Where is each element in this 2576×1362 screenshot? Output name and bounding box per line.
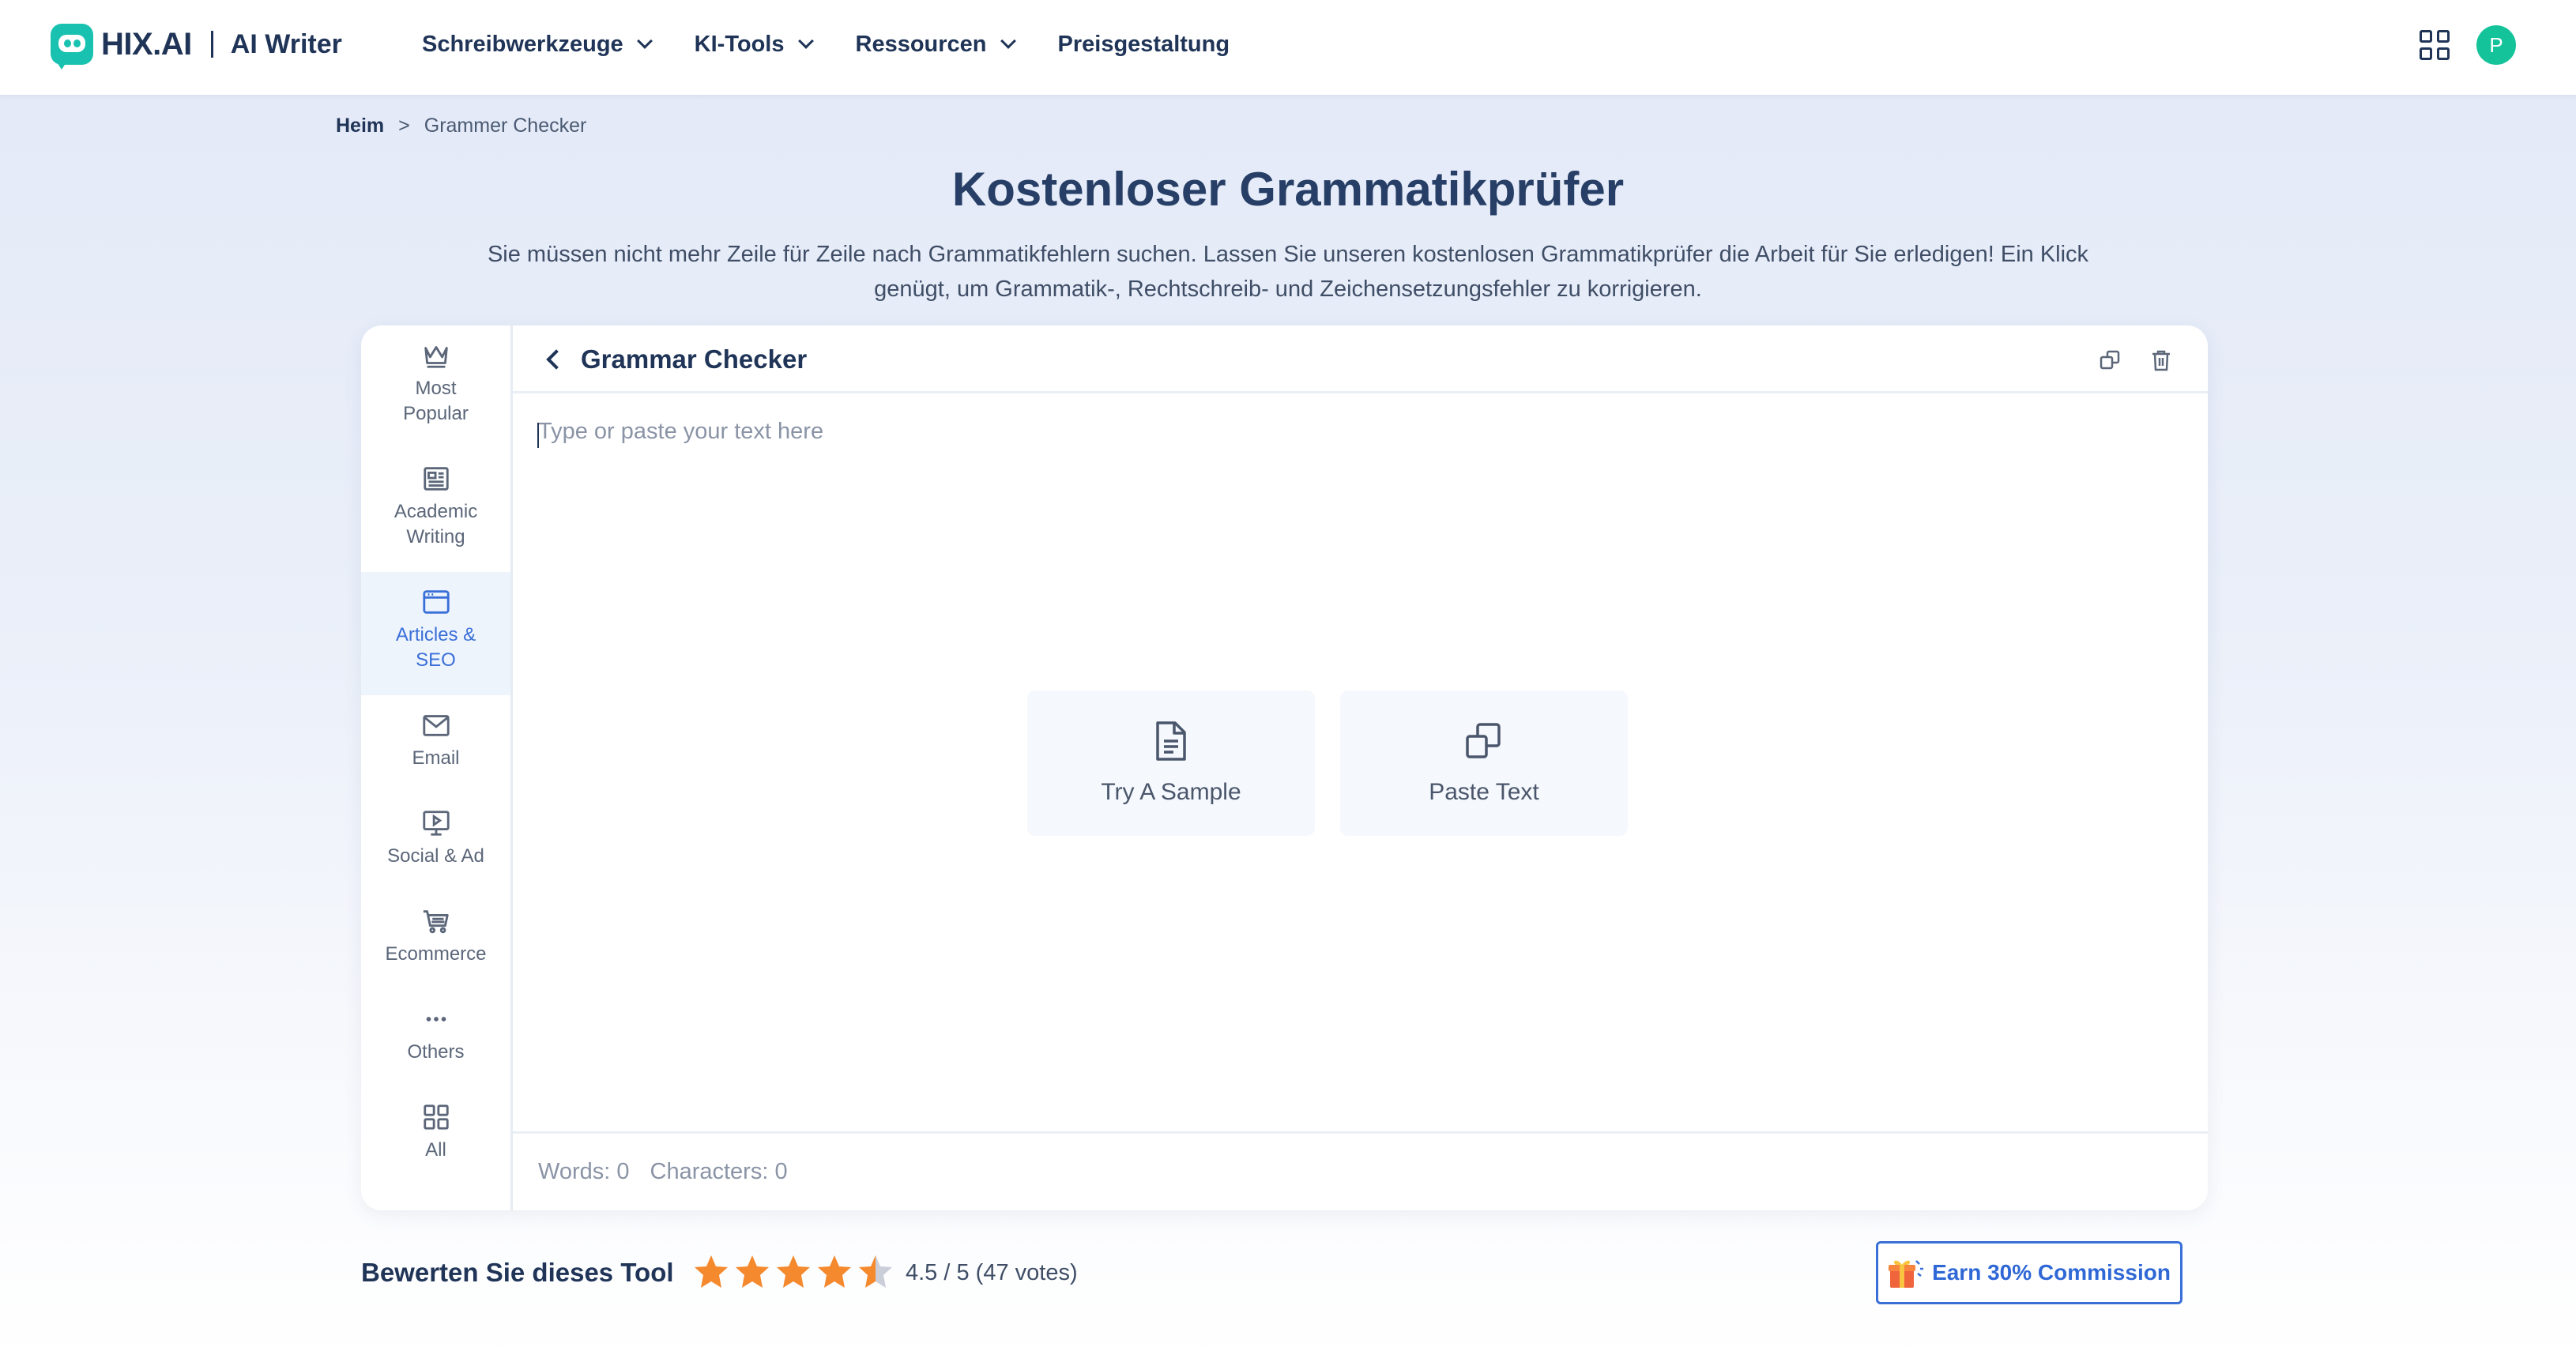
shopping-cart-icon — [420, 905, 452, 937]
word-count: Words: 0 — [538, 1159, 630, 1184]
text-input[interactable] — [538, 419, 2182, 735]
tool-title: Grammar Checker — [581, 344, 808, 374]
page-description: Sie müssen nicht mehr Zeile für Zeile na… — [443, 237, 2133, 307]
sidebar-item-label: Most — [415, 378, 457, 399]
sidebar-item-articles-seo[interactable]: Articles & SEO — [361, 572, 510, 695]
nav-item-schreibwerkzeuge[interactable]: Schreibwerkzeuge — [422, 31, 653, 58]
main-nav: Schreibwerkzeuge KI-Tools Ressourcen Pre… — [422, 0, 1274, 88]
copy-icon[interactable] — [2098, 348, 2123, 373]
editor-header: Grammar Checker — [513, 325, 2208, 393]
sidebar-item-others[interactable]: Others — [361, 1003, 510, 1090]
sidebar-item-all[interactable]: All — [361, 1101, 510, 1188]
nav-item-label: Ressourcen — [855, 31, 987, 57]
sidebar-item-label: All — [425, 1139, 446, 1161]
sidebar-item-social-ad[interactable]: Social & Ad — [361, 807, 510, 894]
earn-commission-label: Earn 30% Commission — [1932, 1260, 2171, 1285]
sidebar-item-label: Others — [407, 1041, 465, 1063]
page-description-line: genügt, um Grammatik-, Rechtschreib- und… — [874, 277, 1702, 302]
apps-grid-icon[interactable] — [2420, 30, 2450, 60]
try-sample-button[interactable]: Try A Sample — [1027, 690, 1315, 836]
paste-text-button[interactable]: Paste Text — [1340, 690, 1628, 836]
top-navbar: HIX.AI AI Writer Schreibwerkzeuge KI-Too… — [0, 0, 2576, 95]
page-description-line: Sie müssen nicht mehr Zeile für Zeile na… — [487, 242, 2089, 267]
sidebar-item-email[interactable]: Email — [361, 709, 510, 796]
document-icon — [1156, 721, 1186, 761]
hix-logo[interactable]: HIX.AI AI Writer — [51, 22, 342, 70]
editor-footer: Words: 0 Characters: 0 — [513, 1131, 2208, 1210]
sidebar-item-label: Email — [412, 747, 460, 769]
nav-item-label: Schreibwerkzeuge — [422, 31, 623, 57]
breadcrumb-current: Grammer Checker — [424, 115, 587, 137]
sidebar-item-label: Writing — [406, 526, 465, 547]
sidebar-item-label: Articles & — [395, 624, 476, 645]
sidebar-item-academic-writing[interactable]: Academic Writing — [361, 463, 510, 574]
trash-icon[interactable] — [2149, 348, 2174, 373]
sidebar-item-label: Popular — [403, 403, 469, 424]
category-sidebar: Most Popular Academic Writing Articles &… — [361, 325, 513, 1210]
breadcrumb: Heim > Grammer Checker — [336, 115, 586, 137]
browser-window-icon — [420, 586, 452, 618]
nav-item-label: KI-Tools — [694, 31, 785, 57]
star-icon[interactable] — [692, 1253, 730, 1291]
try-sample-label: Try A Sample — [1101, 779, 1241, 805]
nav-item-label: Preisgestaltung — [1057, 31, 1230, 57]
nav-item-preisgestaltung[interactable]: Preisgestaltung — [1058, 32, 1230, 58]
paste-text-label: Paste Text — [1429, 779, 1539, 805]
gift-icon — [1889, 1260, 1924, 1288]
logo-divider — [210, 31, 213, 58]
grammar-checker-card: Most Popular Academic Writing Articles &… — [361, 325, 2208, 1210]
grid-icon — [420, 1101, 452, 1133]
star-rating[interactable] — [692, 1253, 898, 1291]
breadcrumb-home-link[interactable]: Heim — [336, 115, 384, 137]
chevron-down-icon — [636, 33, 653, 49]
logo-mark-icon — [51, 24, 93, 70]
avatar[interactable]: P — [2476, 25, 2516, 65]
star-icon[interactable] — [733, 1253, 771, 1291]
star-icon[interactable] — [857, 1253, 894, 1291]
chevron-down-icon — [1000, 33, 1016, 49]
sidebar-item-ecommerce[interactable]: Ecommerce — [361, 905, 510, 992]
text-stats: Words: 0 Characters: 0 — [538, 1159, 788, 1185]
nav-item-ressourcen[interactable]: Ressourcen — [855, 31, 1016, 58]
star-icon[interactable] — [774, 1253, 812, 1291]
sidebar-item-label: SEO — [416, 649, 456, 671]
paste-icon — [1466, 723, 1501, 758]
character-count: Characters: 0 — [650, 1159, 788, 1184]
chevron-down-icon — [797, 33, 814, 49]
rating-summary: 4.5 / 5 (47 votes) — [906, 1260, 1078, 1285]
more-dots-icon — [420, 1003, 452, 1035]
sidebar-item-label: Social & Ad — [387, 845, 484, 867]
star-icon[interactable] — [815, 1253, 853, 1291]
nav-item-ki-tools[interactable]: KI-Tools — [694, 31, 814, 58]
sidebar-item-label: Ecommerce — [385, 943, 487, 965]
rating-label: Bewerten Sie dieses Tool — [361, 1258, 674, 1287]
newspaper-icon — [420, 463, 452, 495]
breadcrumb-separator: > — [398, 115, 410, 137]
envelope-icon — [420, 709, 452, 741]
page-title: Kostenloser Grammatikprüfer — [951, 163, 1625, 216]
editor-panel: Grammar Checker Try A Sample Paste Text … — [513, 325, 2208, 1210]
earn-commission-button[interactable]: Earn 30% Commission — [1876, 1241, 2182, 1304]
crown-icon — [420, 340, 452, 371]
back-arrow-icon[interactable] — [546, 349, 567, 370]
sidebar-item-most-popular[interactable]: Most Popular — [361, 340, 510, 450]
product-name: AI Writer — [230, 28, 342, 59]
brand-name: HIX.AI — [101, 26, 192, 62]
sidebar-item-label: Academic — [394, 501, 478, 522]
monitor-play-icon — [420, 807, 452, 839]
text-cursor — [537, 423, 539, 448]
